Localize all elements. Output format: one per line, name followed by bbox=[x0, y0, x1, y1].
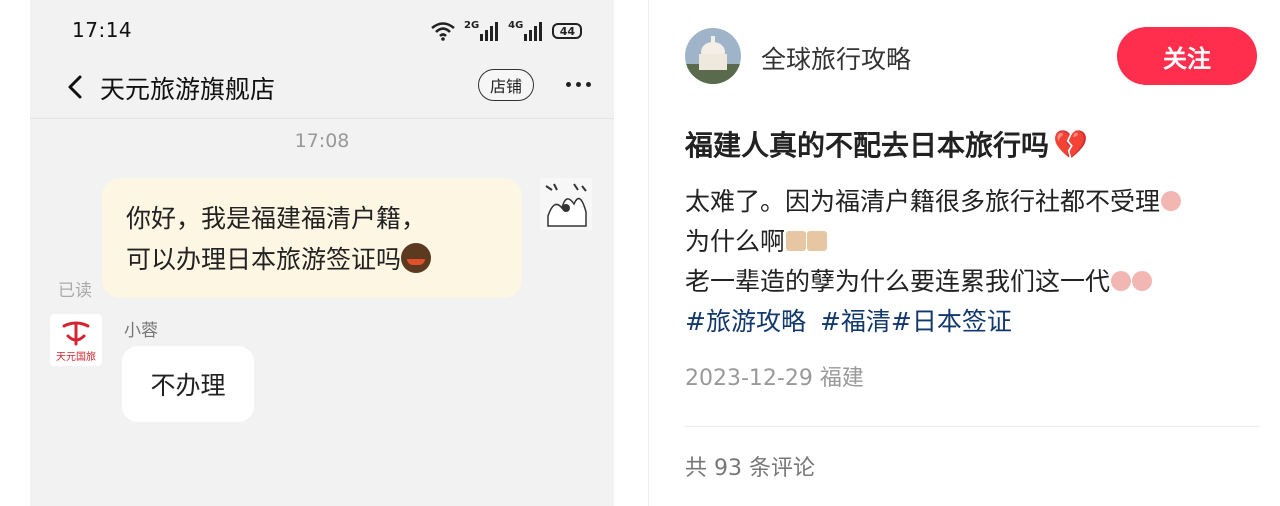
header-divider bbox=[30, 118, 614, 119]
status-time: 17:14 bbox=[72, 18, 133, 42]
author-avatar[interactable] bbox=[685, 28, 741, 84]
emoji-icon bbox=[401, 243, 432, 273]
author-name[interactable]: 全球旅行攻略 bbox=[761, 40, 911, 76]
post-line-2: 为什么啊 bbox=[685, 222, 1275, 262]
signal-type-label: 2G bbox=[464, 20, 480, 31]
post-title: 福建人真的不配去日本旅行吗 💔 bbox=[685, 124, 1088, 164]
more-icon[interactable] bbox=[566, 82, 591, 87]
post-text: 老一辈造的孽为什么要连累我们这一代 bbox=[685, 267, 1111, 296]
post-text: 为什么啊 bbox=[685, 227, 786, 256]
message-timestamp: 17:08 bbox=[294, 130, 350, 152]
post-text: 太难了。因为福清户籍很多旅行社都不受理 bbox=[685, 187, 1161, 216]
crying-emoji-icon bbox=[1132, 271, 1153, 291]
post-date: 2023-12-29 bbox=[685, 366, 813, 391]
my-message-line-2: 可以办理日本旅游签证吗 bbox=[126, 239, 498, 280]
avatar[interactable] bbox=[540, 178, 592, 230]
post-meta: 2023-12-29 福建 bbox=[685, 360, 864, 392]
signal-type-label: 4G bbox=[508, 20, 524, 31]
shop-logo-text: 天元国旅 bbox=[56, 350, 96, 363]
chat-title: 天元旅游旗舰店 bbox=[100, 75, 276, 104]
phone-screen: 17:14 2G 4G 44 天元旅游旗舰店 店铺 17:08 你好，我是福建福… bbox=[30, 0, 614, 506]
my-message-line-1: 你好，我是福建福清户籍， bbox=[126, 204, 427, 233]
signal-icon: 2G bbox=[464, 21, 500, 41]
shop-avatar[interactable]: 天元国旅 bbox=[50, 314, 102, 366]
heart-broken-icon: 💔 bbox=[1053, 127, 1088, 161]
comments-divider bbox=[685, 426, 1259, 427]
signal-icon: 4G bbox=[508, 21, 544, 41]
my-message-bubble: 你好，我是福建福清户籍， 可以办理日本旅游签证吗 bbox=[102, 178, 522, 298]
post-panel: 全球旅行攻略 关注 福建人真的不配去日本旅行吗 💔 太难了。因为福清户籍很多旅行… bbox=[649, 0, 1280, 506]
agent-name: 小蓉 bbox=[124, 321, 158, 341]
status-icons: 2G 4G 44 bbox=[430, 18, 583, 44]
my-message-text: 可以办理日本旅游签证吗 bbox=[126, 245, 402, 274]
post-tags: #旅游攻略 #福清 #日本签证 bbox=[685, 302, 1026, 342]
face-emoji-icon bbox=[786, 231, 807, 251]
read-status: 已读 bbox=[58, 281, 92, 301]
tag-link[interactable]: #旅游攻略 bbox=[685, 302, 806, 342]
follow-button[interactable]: 关注 bbox=[1117, 27, 1257, 85]
tag-link[interactable]: #日本签证 bbox=[891, 302, 1012, 342]
chat-screenshot-panel: 17:14 2G 4G 44 天元旅游旗舰店 店铺 17:08 你好，我是福建福… bbox=[0, 0, 648, 506]
post-line-3: 老一辈造的孽为什么要连累我们这一代 bbox=[685, 262, 1275, 302]
wifi-icon bbox=[431, 22, 455, 41]
post-line-1: 太难了。因为福清户籍很多旅行社都不受理 bbox=[685, 182, 1275, 222]
store-button[interactable]: 店铺 bbox=[478, 69, 534, 101]
reply-bubble: 不办理 bbox=[122, 346, 254, 422]
post-title-text: 福建人真的不配去日本旅行吗 bbox=[685, 129, 1050, 162]
crying-emoji-icon bbox=[1161, 191, 1182, 211]
comment-count: 共 93 条评论 bbox=[685, 456, 815, 481]
status-bar: 17:14 2G 4G 44 bbox=[30, 0, 614, 60]
chat-header: 天元旅游旗舰店 店铺 bbox=[30, 60, 614, 116]
crying-emoji-icon bbox=[1111, 271, 1132, 291]
post-location: 福建 bbox=[819, 366, 864, 391]
tag-link[interactable]: #福清 bbox=[820, 302, 891, 342]
back-arrow-icon[interactable] bbox=[62, 72, 88, 102]
battery-icon: 44 bbox=[552, 23, 583, 39]
face-emoji-icon bbox=[807, 231, 828, 251]
post-body: 太难了。因为福清户籍很多旅行社都不受理 为什么啊 老一辈造的孽为什么要连累我们这… bbox=[685, 182, 1275, 302]
